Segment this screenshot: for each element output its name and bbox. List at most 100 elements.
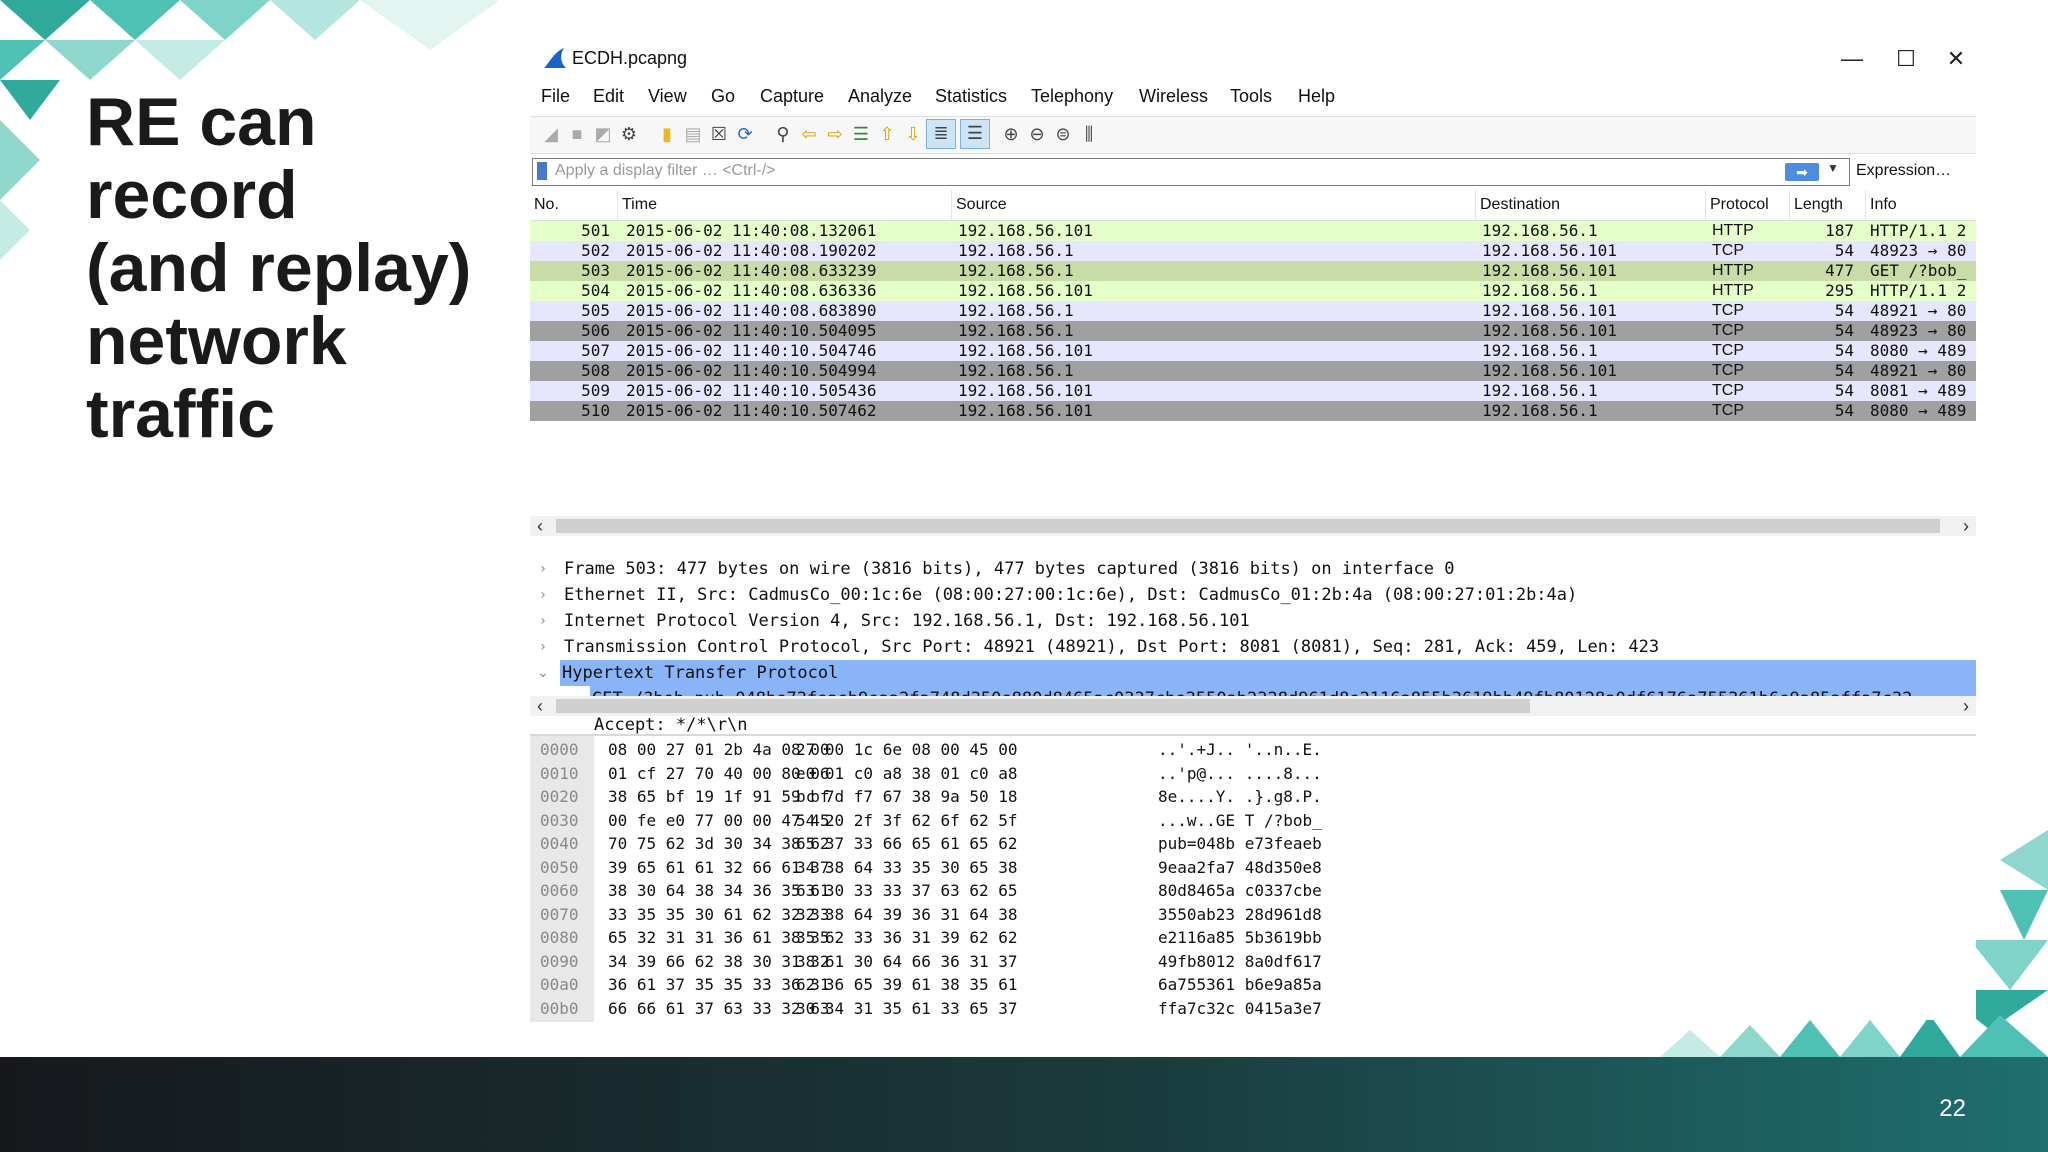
open-file-icon[interactable]: ▮ xyxy=(654,121,680,147)
hex-row[interactable]: 00a0 36 61 37 35 35 33 36 31 62 36 65 39 6… xyxy=(530,973,1530,996)
packet-list-scrollbar[interactable]: ‹ › xyxy=(530,516,1976,536)
menu-wireless[interactable]: Wireless xyxy=(1139,86,1208,107)
cell-length: 54 xyxy=(1834,361,1854,380)
restart-icon[interactable]: ◩ xyxy=(590,121,616,147)
cell-no: 501 xyxy=(581,221,610,240)
hex-row[interactable]: 0030 00 fe e0 77 00 00 47 45 54 20 2f 3f 6… xyxy=(530,809,1530,832)
autoscroll-icon[interactable]: ≣ xyxy=(926,119,956,149)
expand-chevron-icon[interactable]: › xyxy=(536,608,550,634)
first-packet-icon[interactable]: ⇧ xyxy=(874,121,900,147)
menu-telephony[interactable]: Telephony xyxy=(1031,86,1113,107)
cell-no: 509 xyxy=(581,381,610,400)
detail-tree-item[interactable]: ⌄ Hypertext Transfer Protocol xyxy=(530,660,1976,686)
find-packet-icon[interactable]: ⚲ xyxy=(770,121,796,147)
column-header-source[interactable]: Source xyxy=(952,190,1476,220)
column-header-destination[interactable]: Destination xyxy=(1476,190,1706,220)
minimize-button[interactable]: — xyxy=(1832,44,1872,74)
packet-row[interactable]: 501 2015-06-02 11:40:08.132061 192.168.56.… xyxy=(530,221,1976,241)
page-number: 22 xyxy=(1939,1095,1966,1122)
column-header-time[interactable]: Time xyxy=(618,190,952,220)
expand-chevron-icon[interactable]: › xyxy=(536,582,550,608)
hex-row[interactable]: 0000 08 00 27 01 2b 4a 08 00 27 00 1c 6e 0… xyxy=(530,738,1530,761)
detail-text: Internet Protocol Version 4, Src: 192.16… xyxy=(564,611,1250,631)
expand-chevron-icon[interactable]: › xyxy=(536,556,550,582)
hex-row[interactable]: 0040 70 75 62 3d 30 34 38 62 65 37 33 66 6… xyxy=(530,832,1530,855)
detail-tree-item[interactable]: › Ethernet II, Src: CadmusCo_00:1c:6e (08… xyxy=(530,582,1976,608)
cell-protocol: TCP xyxy=(1712,302,1744,319)
column-header-no[interactable]: No. xyxy=(530,190,618,220)
capture-options-icon[interactable]: ⚙ xyxy=(616,121,642,147)
stop-icon[interactable]: ■ xyxy=(564,121,590,147)
cell-no: 505 xyxy=(581,301,610,320)
cell-protocol: TCP xyxy=(1712,322,1744,339)
cell-no: 504 xyxy=(581,281,610,300)
display-filter-input[interactable] xyxy=(555,161,1585,181)
go-back-icon[interactable]: ⇦ xyxy=(796,121,822,147)
shark-fin-start-icon[interactable]: ◢ xyxy=(538,121,564,147)
normal-size-icon[interactable]: ⊜ xyxy=(1050,121,1076,147)
hex-row[interactable]: 0060 38 30 64 38 34 36 35 61 63 30 33 33 3… xyxy=(530,879,1530,902)
cell-time: 2015-06-02 11:40:08.636336 xyxy=(626,281,877,300)
menu-capture[interactable]: Capture xyxy=(760,86,824,107)
scroll-left-icon[interactable]: ‹ xyxy=(532,696,548,716)
colorize-icon[interactable]: ☰ xyxy=(960,119,990,149)
apply-filter-arrow-icon[interactable]: ➡ xyxy=(1785,163,1819,181)
go-forward-icon[interactable]: ⇨ xyxy=(822,121,848,147)
scroll-right-icon[interactable]: › xyxy=(1958,516,1974,536)
menu-edit[interactable]: Edit xyxy=(593,86,624,107)
maximize-button[interactable]: ☐ xyxy=(1886,44,1926,74)
hex-row[interactable]: 0070 33 35 35 30 61 62 32 33 32 38 64 39 3… xyxy=(530,903,1530,926)
last-packet-icon[interactable]: ⇩ xyxy=(900,121,926,147)
zoom-in-icon[interactable]: ⊕ xyxy=(998,121,1024,147)
packet-row[interactable]: 507 2015-06-02 11:40:10.504746 192.168.56.… xyxy=(530,341,1976,361)
menu-help[interactable]: Help xyxy=(1298,86,1335,107)
save-file-icon[interactable]: ▤ xyxy=(680,121,706,147)
resize-columns-icon[interactable]: ⫼ xyxy=(1076,121,1102,147)
packet-row[interactable]: 508 2015-06-02 11:40:10.504994 192.168.56.… xyxy=(530,361,1976,381)
menu-statistics[interactable]: Statistics xyxy=(935,86,1007,107)
hex-row[interactable]: 0080 65 32 31 31 36 61 38 35 35 62 33 36 3… xyxy=(530,926,1530,949)
column-header-info[interactable]: Info xyxy=(1866,190,1976,220)
scrollbar-thumb[interactable] xyxy=(556,519,1940,533)
reload-icon[interactable]: ⟳ xyxy=(732,121,758,147)
collapse-chevron-icon[interactable]: ⌄ xyxy=(536,660,550,686)
zoom-out-icon[interactable]: ⊖ xyxy=(1024,121,1050,147)
hex-row[interactable]: 00b0 66 66 61 37 63 33 32 63 30 34 31 35 6… xyxy=(530,997,1530,1020)
hex-row[interactable]: 0050 39 65 61 61 32 66 61 37 34 38 64 33 3… xyxy=(530,856,1530,879)
expand-chevron-icon[interactable]: › xyxy=(536,634,550,660)
menu-view[interactable]: View xyxy=(648,86,687,107)
packet-row[interactable]: 505 2015-06-02 11:40:08.683890 192.168.56.… xyxy=(530,301,1976,321)
cell-destination: 192.168.56.1 xyxy=(1482,221,1598,240)
scrollbar-thumb[interactable] xyxy=(556,699,1530,713)
menu-analyze[interactable]: Analyze xyxy=(848,86,912,107)
cell-length: 54 xyxy=(1834,241,1854,260)
filter-dropdown-icon[interactable]: ▼ xyxy=(1827,161,1839,175)
menu-tools[interactable]: Tools xyxy=(1230,86,1272,107)
close-button[interactable]: ✕ xyxy=(1936,44,1976,74)
packet-row[interactable]: 510 2015-06-02 11:40:10.507462 192.168.56.… xyxy=(530,401,1976,421)
detail-tree-item[interactable]: › Transmission Control Protocol, Src Port… xyxy=(530,634,1976,660)
filter-bookmark-icon[interactable] xyxy=(537,162,547,180)
hex-row[interactable]: 0090 34 39 66 62 38 30 31 32 38 61 30 64 6… xyxy=(530,950,1530,973)
hex-bytes: 63 30 33 33 37 63 62 65 xyxy=(796,881,1018,900)
detail-tree-item[interactable]: › Frame 503: 477 bytes on wire (3816 bits… xyxy=(530,556,1976,582)
scroll-left-icon[interactable]: ‹ xyxy=(532,516,548,536)
menu-go[interactable]: Go xyxy=(711,86,735,107)
hex-row[interactable]: 0020 38 65 bf 19 1f 91 59 bf bc 7d f7 67 3… xyxy=(530,785,1530,808)
packet-row[interactable]: 504 2015-06-02 11:40:08.636336 192.168.56.… xyxy=(530,281,1976,301)
close-file-icon[interactable]: ☒ xyxy=(706,121,732,147)
scroll-right-icon[interactable]: › xyxy=(1958,696,1974,716)
detail-tree-item[interactable]: › Internet Protocol Version 4, Src: 192.1… xyxy=(530,608,1976,634)
packet-row[interactable]: 509 2015-06-02 11:40:10.505436 192.168.56.… xyxy=(530,381,1976,401)
column-header-protocol[interactable]: Protocol xyxy=(1706,190,1790,220)
go-to-packet-icon[interactable]: ☰ xyxy=(848,121,874,147)
packet-row[interactable]: 506 2015-06-02 11:40:10.504095 192.168.56.… xyxy=(530,321,1976,341)
details-scrollbar[interactable]: ‹ › xyxy=(530,696,1976,716)
packet-row[interactable]: 503 2015-06-02 11:40:08.633239 192.168.56.… xyxy=(530,261,1976,281)
packet-row[interactable]: 502 2015-06-02 11:40:08.190202 192.168.56.… xyxy=(530,241,1976,261)
menu-file[interactable]: File xyxy=(541,86,570,107)
packet-list: No. Time Source Destination Protocol Len… xyxy=(530,190,1976,542)
hex-row[interactable]: 0010 01 cf 27 70 40 00 80 06 e0 01 c0 a8 3… xyxy=(530,762,1530,785)
column-header-length[interactable]: Length xyxy=(1790,190,1866,220)
expression-button[interactable]: Expression… xyxy=(1856,162,1951,180)
